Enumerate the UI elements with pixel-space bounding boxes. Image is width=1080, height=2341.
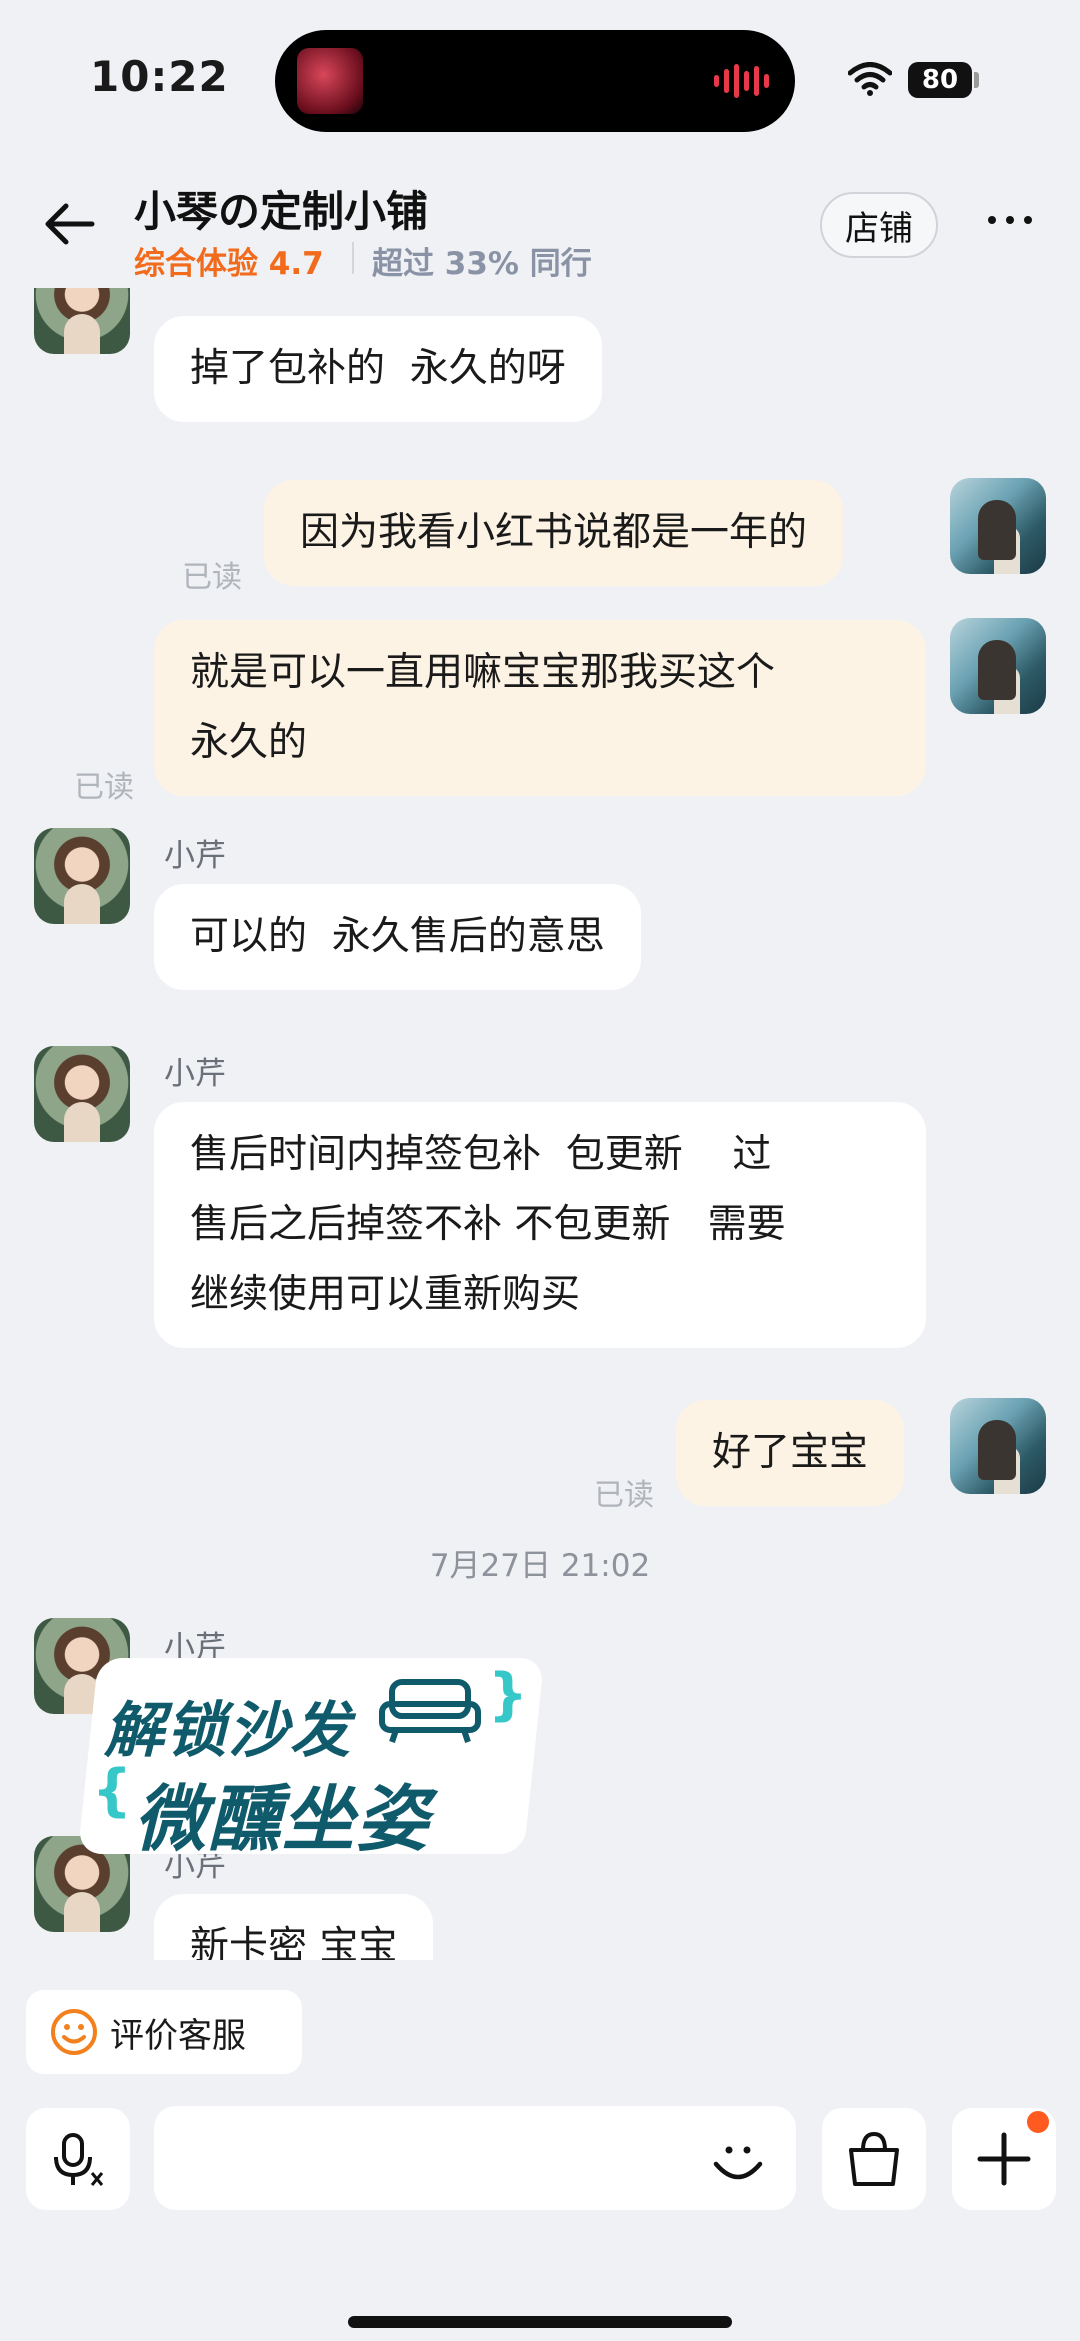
store-button[interactable]: 店铺 — [820, 192, 938, 258]
shopping-bag-icon — [849, 2131, 899, 2186]
products-button[interactable] — [822, 2108, 926, 2210]
rate-service-label: 评价客服 — [110, 2015, 246, 2056]
voice-button[interactable] — [26, 2108, 130, 2210]
message-bubble[interactable]: 好了宝宝 — [676, 1400, 905, 1506]
message-bubble[interactable]: 售后时间内掉签包补 包更新 过 售后之后掉签不补 不包更新 需要 继续使用可以重… — [154, 1102, 926, 1348]
read-status: 已读 — [182, 560, 242, 595]
message-bubble[interactable]: 因为我看小红书说都是一年的 — [264, 480, 844, 586]
back-arrow-icon[interactable] — [40, 200, 96, 248]
header-divider — [352, 242, 354, 274]
more-icon[interactable] — [988, 216, 1032, 224]
read-status: 已读 — [74, 770, 134, 805]
promo-bracket: } — [488, 1662, 528, 1727]
message-input[interactable] — [154, 2106, 796, 2210]
peer-rank: 超过 33% 同行 — [372, 246, 592, 282]
seller-avatar[interactable] — [34, 288, 130, 354]
rate-service-button[interactable]: 评价客服 — [26, 1990, 302, 2074]
now-playing-artwork — [297, 48, 363, 114]
emoji-icon[interactable] — [710, 2132, 766, 2188]
promo-subline: 微醺坐姿 — [134, 1777, 431, 1861]
my-avatar[interactable] — [950, 618, 1046, 714]
message-bubble[interactable]: 新卡密 宝宝 — [154, 1894, 434, 1960]
chat-screen: 10:22 80 小琴の定制小铺 综合体验 4.7 超过 33% 同行 店铺 掉… — [0, 0, 1080, 2341]
home-indicator[interactable] — [348, 2316, 732, 2328]
dynamic-island[interactable] — [275, 30, 795, 132]
promo-overlay[interactable]: 解锁沙发 } { 微醺坐姿 — [77, 1658, 545, 1861]
wifi-icon — [848, 62, 892, 96]
sofa-icon — [379, 1679, 481, 1743]
battery-indicator: 80 — [908, 62, 972, 98]
notification-badge — [1024, 2108, 1052, 2136]
promo-bracket: { — [92, 1758, 132, 1823]
smile-icon — [51, 2009, 97, 2055]
voice-icon — [54, 2133, 104, 2186]
message-bubble[interactable]: 可以的 永久售后的意思 — [154, 884, 641, 990]
battery-tip — [974, 72, 979, 88]
chat-list[interactable]: 掉了包补的 永久的呀 已读 因为我看小红书说都是一年的 已读 就是可以一直用嘛宝… — [0, 288, 1080, 1960]
shop-title[interactable]: 小琴の定制小铺 — [134, 178, 428, 239]
my-avatar[interactable] — [950, 1398, 1046, 1494]
experience-rating: 综合体验 4.7 — [134, 246, 324, 282]
chat-timestamp: 7月27日 21:02 — [429, 1548, 651, 1584]
plus-icon — [977, 2132, 1031, 2186]
message-bubble[interactable]: 掉了包补的 永久的呀 — [154, 316, 602, 422]
status-time: 10:22 — [90, 52, 229, 101]
message-bubble[interactable]: 就是可以一直用嘛宝宝那我买这个 永久的 — [154, 620, 926, 796]
my-avatar[interactable] — [950, 478, 1046, 574]
sender-name: 小芹 — [164, 1056, 226, 1092]
seller-avatar[interactable] — [34, 1046, 130, 1142]
seller-avatar[interactable] — [34, 828, 130, 924]
audio-wave-icon — [714, 64, 769, 98]
read-status: 已读 — [594, 1478, 654, 1513]
promo-headline: 解锁沙发 — [104, 1696, 352, 1766]
sender-name: 小芹 — [164, 838, 226, 874]
